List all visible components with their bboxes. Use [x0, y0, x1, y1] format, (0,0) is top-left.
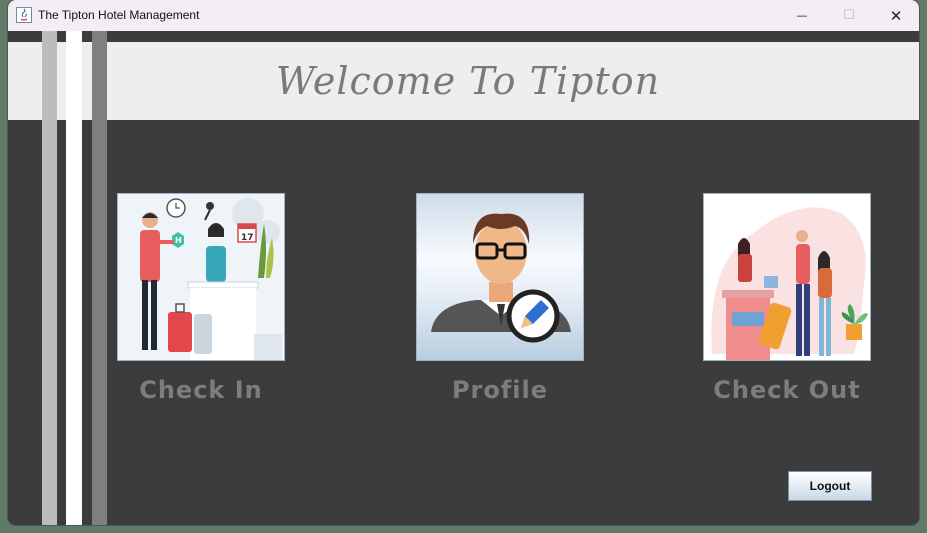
java-app-icon: [16, 7, 32, 23]
window-title: The Tipton Hotel Management: [38, 8, 200, 22]
close-button[interactable]: ✕: [873, 0, 919, 31]
receptionist-illustration-icon: 17 H: [118, 194, 284, 360]
svg-text:H: H: [175, 236, 182, 245]
minimize-button[interactable]: —: [779, 0, 825, 31]
travelers-departing-illustration-icon: [704, 194, 870, 360]
maximize-button[interactable]: ☐: [826, 0, 872, 31]
decor-stripe-light: [42, 31, 57, 525]
check-out-label: Check Out: [713, 376, 861, 404]
profile-tile[interactable]: [416, 193, 584, 361]
decor-stripe-gray: [92, 31, 107, 525]
close-icon: ✕: [889, 6, 903, 25]
check-out-tile[interactable]: [703, 193, 871, 361]
maximize-icon: ☐: [843, 8, 855, 23]
decor-stripe-white: [66, 31, 82, 525]
logout-button[interactable]: Logout: [788, 471, 872, 501]
check-in-label: Check In: [139, 376, 263, 404]
svg-text:17: 17: [241, 233, 254, 243]
minimize-icon: —: [796, 9, 808, 22]
welcome-heading: Welcome To Tipton: [275, 59, 661, 103]
title-bar: The Tipton Hotel Management — ☐ ✕: [8, 0, 919, 31]
profile-label: Profile: [451, 376, 549, 404]
app-window: The Tipton Hotel Management — ☐ ✕ Welcom…: [8, 0, 919, 525]
check-in-tile[interactable]: 17 H: [117, 193, 285, 361]
user-edit-avatar-icon: [431, 213, 571, 343]
